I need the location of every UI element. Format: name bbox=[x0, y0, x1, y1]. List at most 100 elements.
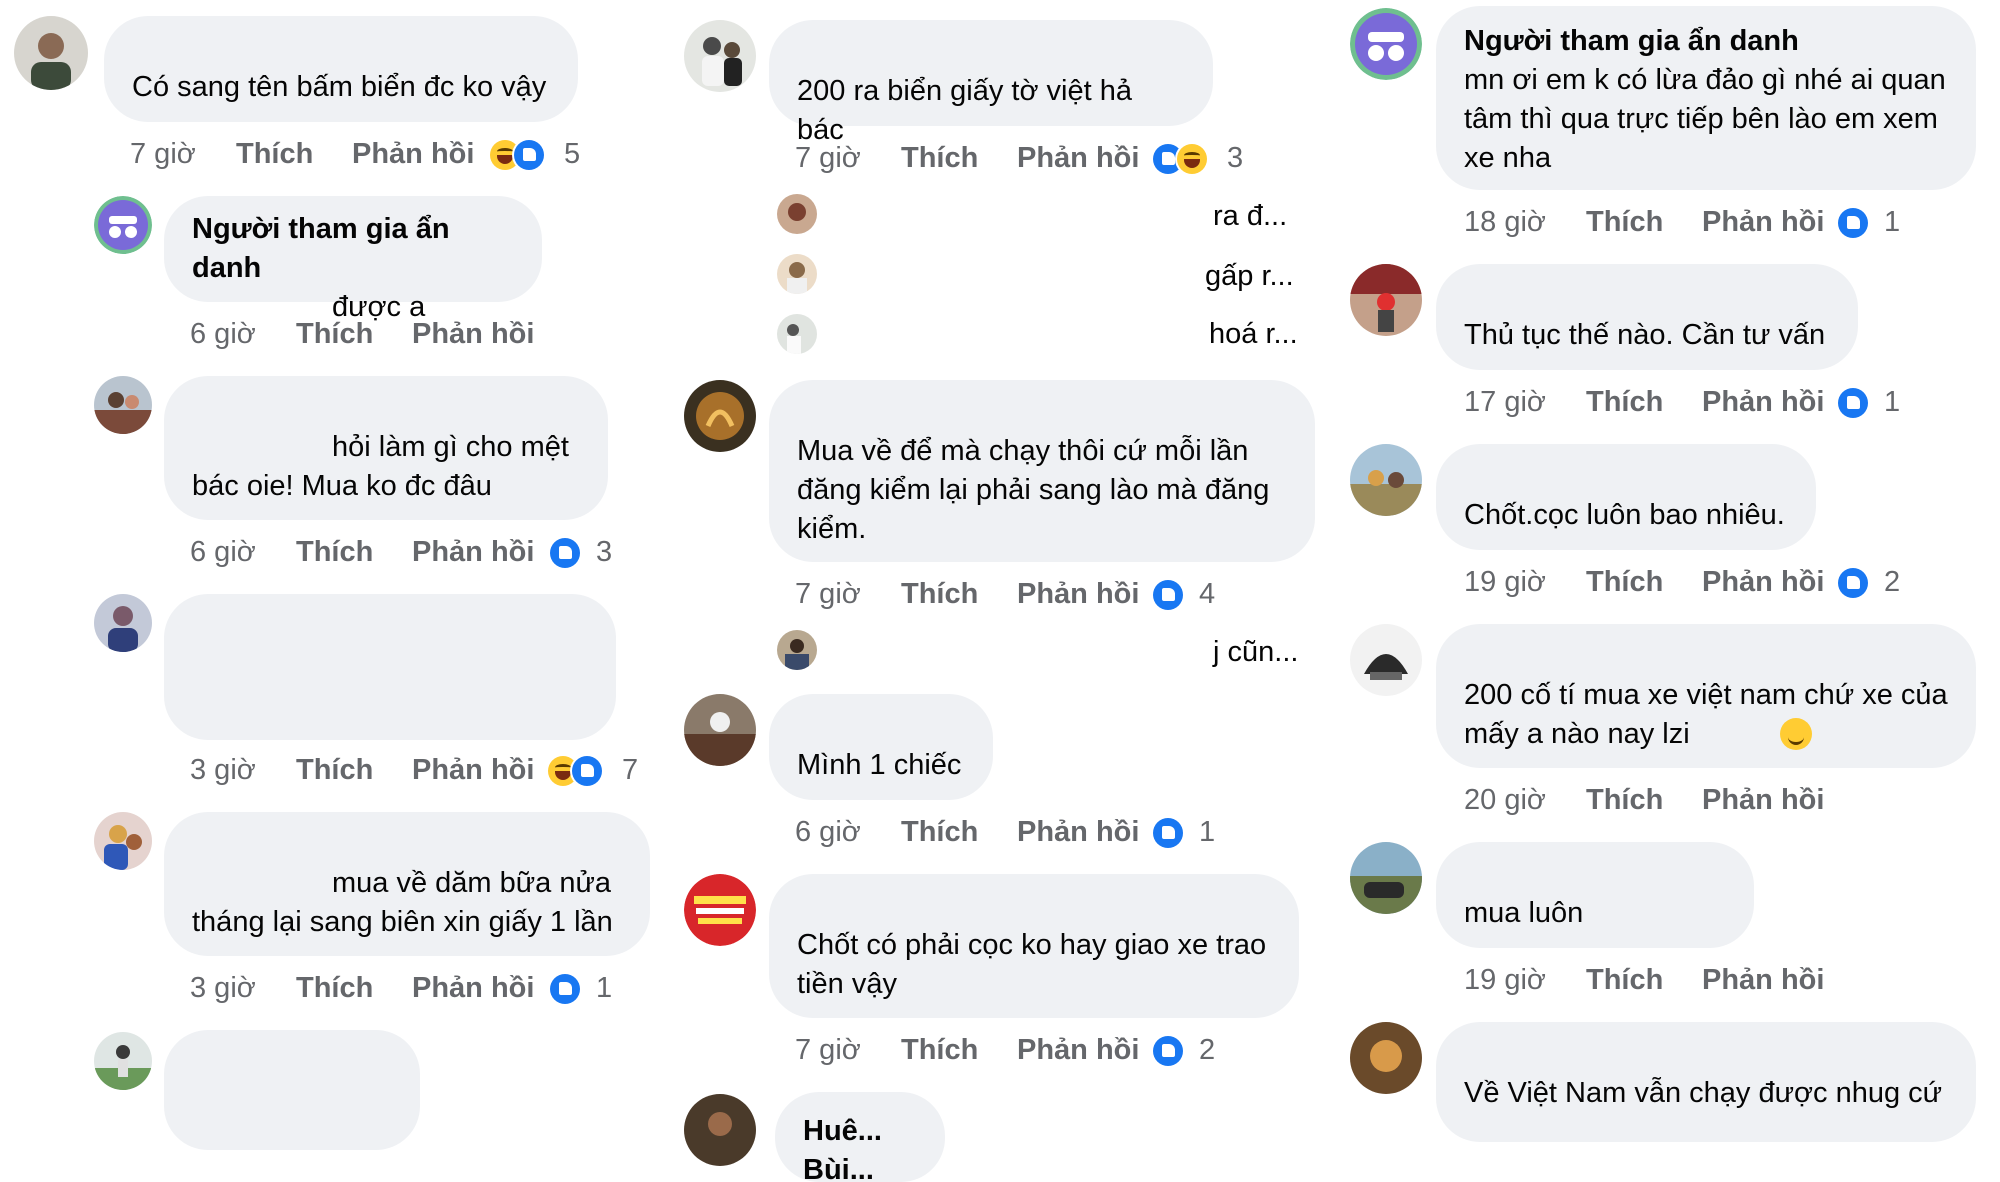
reply-preview[interactable]: hoá r... bbox=[1209, 314, 1298, 354]
comment-actions: 7 giờ Thích Phản hồi 3 bbox=[795, 138, 1315, 178]
avatar[interactable] bbox=[94, 376, 152, 434]
like-link[interactable]: Thích bbox=[296, 314, 373, 354]
comment-time[interactable]: 17 giờ bbox=[1464, 382, 1546, 422]
like-link[interactable]: Thích bbox=[296, 968, 373, 1008]
like-link[interactable]: Thích bbox=[901, 574, 978, 614]
comment-time[interactable]: 7 giờ bbox=[795, 574, 861, 614]
avatar[interactable] bbox=[14, 16, 88, 90]
avatar[interactable] bbox=[684, 20, 756, 92]
comment-actions: 6 giờ Thích Phản hồi bbox=[190, 314, 590, 354]
reactions-summary[interactable] bbox=[490, 134, 544, 174]
comment-bubble: Mình 1 chiếc bbox=[769, 694, 993, 800]
comment-time[interactable]: 18 giờ bbox=[1464, 202, 1546, 242]
reply-link[interactable]: Phản hồi bbox=[1702, 960, 1824, 1000]
avatar[interactable] bbox=[684, 694, 756, 766]
like-link[interactable]: Thích bbox=[1586, 382, 1663, 422]
like-link[interactable]: Thích bbox=[1586, 202, 1663, 242]
like-link[interactable]: Thích bbox=[236, 134, 313, 174]
like-link[interactable]: Thích bbox=[1586, 780, 1663, 820]
avatar[interactable] bbox=[684, 380, 756, 452]
comment-author[interactable]: Người tham gia ẩn danh bbox=[1464, 22, 1948, 61]
reply-link[interactable]: Phản hồi bbox=[412, 968, 534, 1008]
reply-link[interactable]: Phản hồi bbox=[1702, 562, 1824, 602]
comment-time[interactable]: 3 giờ bbox=[190, 968, 256, 1008]
reply-link[interactable]: Phản hồi bbox=[412, 532, 534, 572]
comment-bubble bbox=[164, 594, 616, 740]
reply-link[interactable]: Phản hồi bbox=[1702, 780, 1824, 820]
like-reaction-icon bbox=[550, 974, 580, 1005]
reactions-summary[interactable] bbox=[1838, 382, 1868, 422]
like-link[interactable]: Thích bbox=[296, 532, 373, 572]
comment-time[interactable]: 6 giờ bbox=[190, 532, 256, 572]
reactions-summary[interactable] bbox=[1838, 202, 1868, 242]
comment-text: hỏi làm gì cho mệt bác oie! Mua ko đc đâ… bbox=[192, 431, 569, 502]
reply-link[interactable]: Phản hồi bbox=[1702, 202, 1824, 242]
avatar[interactable] bbox=[1350, 842, 1422, 914]
avatar[interactable] bbox=[1350, 1022, 1422, 1094]
reaction-count: 2 bbox=[1199, 1034, 1216, 1066]
avatar[interactable] bbox=[1350, 444, 1422, 516]
haha-reaction-icon bbox=[1177, 144, 1207, 175]
comment-actions: 19 giờ Thích Phản hồi bbox=[1464, 960, 1944, 1000]
comment-time[interactable]: 19 giờ bbox=[1464, 562, 1546, 602]
reply-link[interactable]: Phản hồi bbox=[412, 750, 534, 790]
comment-bubble: Người tham gia ẩn danh được a bbox=[164, 196, 542, 323]
anonymous-avatar[interactable] bbox=[1350, 8, 1422, 80]
comment-actions: 3 giờ Thích Phản hồi 1 bbox=[190, 968, 640, 1008]
like-link[interactable]: Thích bbox=[901, 138, 978, 178]
comment-text: Có sang tên bấm biển đc ko vậy bbox=[132, 71, 547, 103]
reaction-count: 1 bbox=[1884, 206, 1901, 238]
reactions-summary[interactable] bbox=[1153, 1030, 1183, 1070]
reply-preview[interactable]: gấp r... bbox=[1205, 256, 1294, 296]
comment-bubble: mua luôn bbox=[1436, 842, 1754, 948]
reply-avatar[interactable] bbox=[777, 630, 817, 670]
reply-link[interactable]: Phản hồi bbox=[352, 134, 474, 174]
reply-link[interactable]: Phản hồi bbox=[1017, 574, 1139, 614]
like-link[interactable]: Thích bbox=[1586, 562, 1663, 602]
avatar[interactable] bbox=[94, 594, 152, 652]
avatar[interactable] bbox=[684, 1094, 756, 1166]
reply-link[interactable]: Phản hồi bbox=[412, 314, 534, 354]
like-link[interactable]: Thích bbox=[1586, 960, 1663, 1000]
comment-author[interactable]: Huê... Bùi... bbox=[803, 1112, 917, 1182]
reactions-summary[interactable] bbox=[1838, 562, 1868, 602]
like-link[interactable]: Thích bbox=[296, 750, 373, 790]
comment-actions: 7 giờ Thích Phản hồi 4 bbox=[795, 574, 1245, 614]
comment-bubble: Mua về để mà chạy thôi cứ mỗi lần đăng k… bbox=[769, 380, 1315, 562]
reactions-summary[interactable] bbox=[1153, 138, 1207, 178]
comment-time[interactable]: 3 giờ bbox=[190, 750, 256, 790]
like-link[interactable]: Thích bbox=[901, 812, 978, 852]
comment-time[interactable]: 7 giờ bbox=[130, 134, 196, 174]
avatar[interactable] bbox=[94, 1032, 152, 1090]
like-link[interactable]: Thích bbox=[901, 1030, 978, 1070]
reactions-summary[interactable] bbox=[550, 532, 580, 572]
comment-time[interactable]: 6 giờ bbox=[795, 812, 861, 852]
reaction-count: 4 bbox=[1199, 578, 1216, 610]
reply-preview[interactable]: j cũn... bbox=[1213, 632, 1298, 672]
reply-link[interactable]: Phản hồi bbox=[1017, 1030, 1139, 1070]
comment-time[interactable]: 20 giờ bbox=[1464, 780, 1546, 820]
reply-avatar[interactable] bbox=[777, 194, 817, 234]
reply-link[interactable]: Phản hồi bbox=[1017, 138, 1139, 178]
avatar[interactable] bbox=[94, 812, 152, 870]
comment-time[interactable]: 19 giờ bbox=[1464, 960, 1546, 1000]
comment-time[interactable]: 7 giờ bbox=[795, 1030, 861, 1070]
reactions-summary[interactable] bbox=[550, 968, 580, 1008]
comment-author[interactable]: Người tham gia ẩn danh bbox=[192, 210, 514, 288]
comment-text: 200 cố tí mua xe việt nam chứ xe của mấy… bbox=[1464, 679, 1948, 750]
comment-time[interactable]: 7 giờ bbox=[795, 138, 861, 178]
reactions-summary[interactable] bbox=[1153, 574, 1183, 614]
reactions-summary[interactable] bbox=[548, 750, 602, 790]
reply-avatar[interactable] bbox=[777, 314, 817, 354]
reply-link[interactable]: Phản hồi bbox=[1702, 382, 1824, 422]
like-reaction-icon bbox=[550, 538, 580, 569]
reactions-summary[interactable] bbox=[1153, 812, 1183, 852]
reply-link[interactable]: Phản hồi bbox=[1017, 812, 1139, 852]
avatar[interactable] bbox=[684, 874, 756, 946]
avatar[interactable] bbox=[1350, 624, 1422, 696]
reply-avatar[interactable] bbox=[777, 254, 817, 294]
anonymous-avatar[interactable] bbox=[94, 196, 152, 254]
comment-time[interactable]: 6 giờ bbox=[190, 314, 256, 354]
avatar[interactable] bbox=[1350, 264, 1422, 336]
reply-preview[interactable]: ra đ... bbox=[1213, 196, 1287, 236]
